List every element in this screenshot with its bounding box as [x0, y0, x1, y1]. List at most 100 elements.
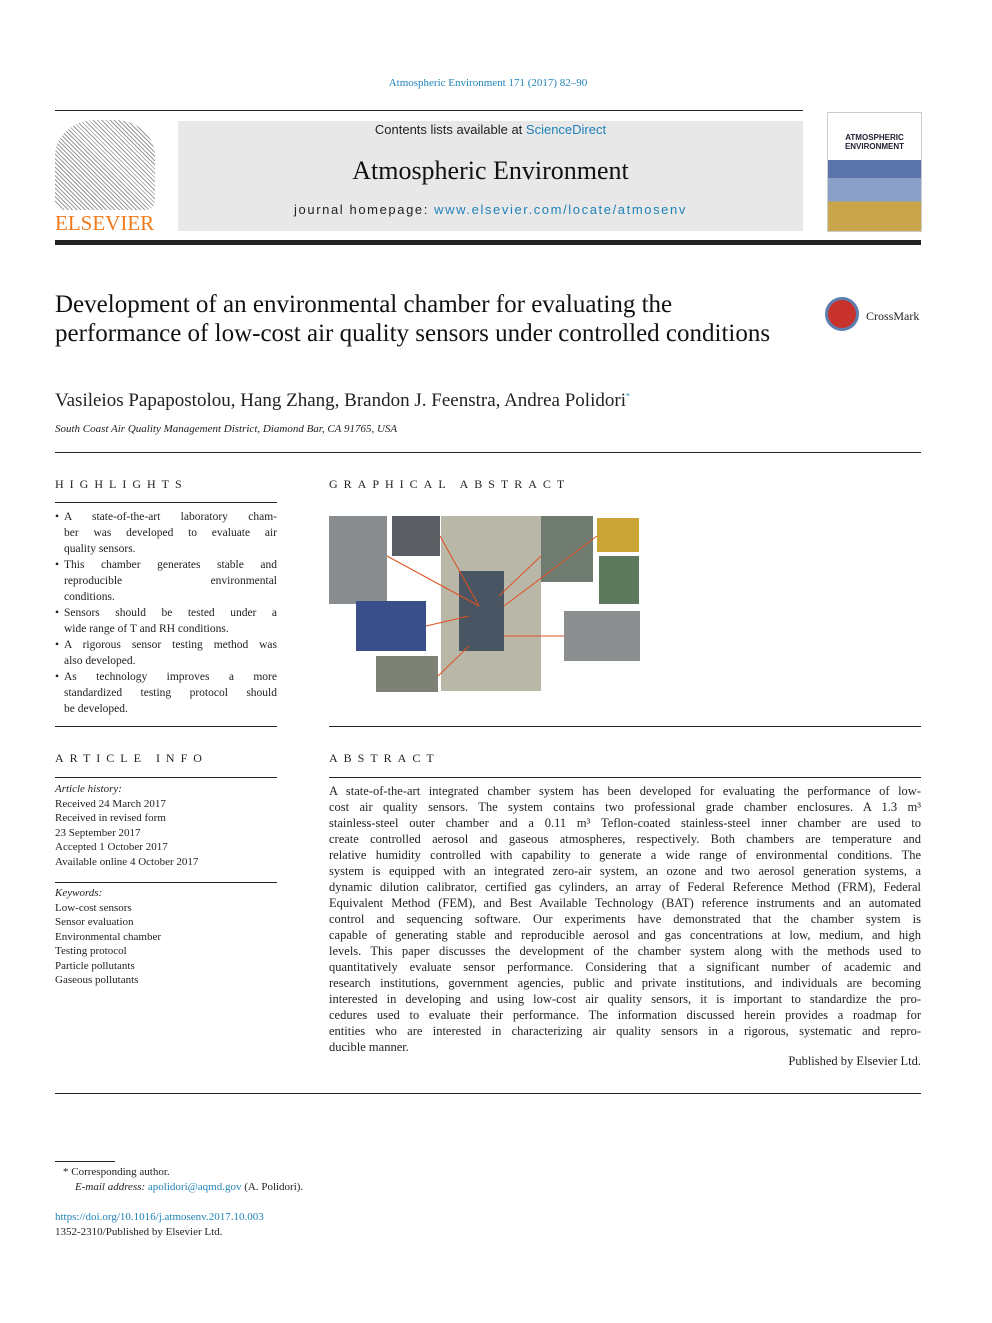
abstract-line: create controlled aerosol and gaseous at…: [329, 832, 921, 846]
highlight-item: • This chamber generates stable and reprod…: [55, 557, 277, 605]
highlight-line: conditions.: [64, 591, 115, 603]
keyword: Testing protocol: [55, 945, 127, 957]
highlight-line: be developed.: [64, 703, 128, 715]
abstract-line: A state-of-the-art integrated chamber sy…: [329, 784, 921, 798]
history-label: Article history:: [55, 783, 122, 795]
chamber-photo-collage: [329, 516, 640, 692]
divider: [55, 1093, 921, 1094]
abstract-line: cedures used to evaluate their performan…: [329, 1008, 921, 1022]
highlight-line: standardized testing protocol should: [64, 687, 277, 699]
divider: [55, 110, 803, 111]
bullet-icon: •: [55, 639, 60, 651]
highlight-item: • A state-of-the-art laboratory cham-ber …: [55, 509, 277, 557]
highlight-line: wide range of T and RH conditions.: [64, 623, 229, 635]
abstract-line: Equivalent Method (FEM), and Best Availa…: [329, 896, 921, 910]
highlights-heading: HIGHLIGHTS: [55, 477, 188, 491]
divider: [55, 240, 921, 245]
divider: [55, 726, 277, 727]
bullet-icon: •: [55, 671, 60, 683]
abstract-line: system is equipped with an integrated ze…: [329, 864, 921, 878]
abstract-line: dynamic dilution calibrator, certified g…: [329, 880, 921, 894]
footnote-mark: *: [63, 1166, 69, 1178]
abstract-line: levels. This paper discusses the develop…: [329, 944, 921, 958]
contents-text: Contents lists available at: [374, 122, 526, 137]
abstract-line: entities who are interested in character…: [329, 1024, 921, 1038]
abstract-heading: ABSTRACT: [329, 751, 440, 765]
highlight-item: • A rigorous sensor testing method was als…: [55, 637, 277, 669]
bullet-icon: •: [55, 511, 60, 523]
abstract-line: relative humidity controlled with capabi…: [329, 848, 921, 862]
keywords-label: Keywords:: [55, 887, 103, 899]
corresponding-footnote: * Corresponding author.: [63, 1166, 170, 1178]
highlight-line: reproducible environmental: [64, 575, 277, 587]
keyword: Low-cost sensors: [55, 901, 132, 914]
keyword: Particle pollutants: [55, 959, 135, 972]
sciencedirect-link[interactable]: ScienceDirect: [526, 122, 606, 137]
highlight-item: • Sensors should be tested under a wide ra…: [55, 605, 277, 637]
journal-cover-image[interactable]: ATMOSPHERIC ENVIRONMENT: [827, 112, 922, 232]
graphical-abstract-image: [329, 516, 641, 692]
divider: [55, 452, 921, 453]
divider: [55, 882, 277, 883]
author-list: Vasileios Papapostolou, Hang Zhang, Bran…: [55, 390, 630, 412]
highlight-line: A state-of-the-art laboratory cham-: [64, 511, 277, 523]
doi-link[interactable]: https://doi.org/10.1016/j.atmosenv.2017.…: [55, 1211, 264, 1223]
keyword: Environmental chamber: [55, 930, 161, 943]
keywords: Keywords: Low-cost sensors Sensor evalua…: [55, 886, 161, 988]
highlight-item: • As technology improves a more standardiz…: [55, 669, 277, 717]
divider: [329, 726, 921, 727]
highlight-line: As technology improves a more: [64, 671, 277, 683]
footnote-divider: [55, 1161, 115, 1162]
published-by: Published by Elsevier Ltd.: [788, 1054, 921, 1068]
keyword: Gaseous pollutants: [55, 974, 139, 986]
email-name: (A. Polidori).: [244, 1181, 304, 1193]
graphical-abstract-heading: GRAPHICAL ABSTRACT: [329, 477, 571, 491]
article-info-heading: ARTICLE INFO: [55, 751, 208, 765]
divider: [55, 777, 277, 778]
abstract-line: stainless-steel outer chamber and a 0.11…: [329, 816, 921, 830]
abstract-line: ducible manner.: [329, 1040, 409, 1054]
history-item: 23 September 2017: [55, 826, 141, 839]
abstract-line: cost air quality sensors. The system con…: [329, 800, 921, 814]
highlight-line: This chamber generates stable and: [64, 559, 277, 571]
abstract-line: capable of generating stable and reprodu…: [329, 928, 921, 942]
email-link[interactable]: apolidori@aqmd.gov: [148, 1181, 242, 1193]
issn-text: 1352-2310/Published by Elsevier Ltd.: [55, 1226, 223, 1238]
article-history: Article history: Received 24 March 2017 …: [55, 782, 198, 869]
journal-banner: Contents lists available at ScienceDirec…: [178, 121, 803, 231]
affiliation: South Coast Air Quality Management Distr…: [55, 423, 398, 435]
journal-title: Atmospheric Environment: [352, 156, 629, 185]
history-item: Available online 4 October 2017: [55, 855, 199, 868]
email-footnote: E-mail address: apolidori@aqmd.gov (A. P…: [75, 1181, 303, 1193]
email-label: E-mail address:: [75, 1181, 146, 1193]
history-item: Received in revised form: [55, 812, 166, 824]
divider: [55, 502, 277, 503]
abstract-line: research institutions, government agenci…: [329, 976, 921, 990]
abstract-line: interested in developing and using low-c…: [329, 992, 921, 1006]
divider: [329, 777, 921, 778]
history-item: Received 24 March 2017: [55, 797, 166, 810]
homepage-link[interactable]: www.elsevier.com/locate/atmosenv: [434, 202, 687, 217]
cover-title: ENVIRONMENT: [844, 142, 905, 151]
authors: Vasileios Papapostolou, Hang Zhang, Bran…: [55, 390, 626, 411]
abstract-body: A state-of-the-art integrated chamber sy…: [329, 783, 921, 1055]
crossmark-icon[interactable]: [825, 297, 859, 331]
homepage-label: journal homepage:: [294, 202, 435, 217]
journal-citation[interactable]: Atmospheric Environment 171 (2017) 82–90: [0, 77, 976, 89]
highlight-line: Sensors should be tested under a: [64, 607, 277, 619]
keyword: Sensor evaluation: [55, 916, 134, 928]
corresponding-author-mark[interactable]: *: [626, 392, 630, 401]
elsevier-wordmark: ELSEVIER: [55, 211, 155, 235]
article-title: Development of an environmental chamber …: [55, 291, 771, 347]
highlight-line: ber was developed to evaluate air: [64, 527, 277, 539]
elsevier-tree-logo: [55, 120, 155, 210]
highlight-line: A rigorous sensor testing method was: [64, 639, 277, 651]
history-item: Accepted 1 October 2017: [55, 841, 168, 853]
crossmark-label[interactable]: CrossMark: [866, 309, 919, 324]
bullet-icon: •: [55, 559, 60, 571]
bullet-icon: •: [55, 607, 60, 619]
highlights-list: • A state-of-the-art laboratory cham-ber …: [55, 509, 277, 717]
highlight-line: quality sensors.: [64, 543, 136, 555]
highlight-line: also developed.: [64, 655, 136, 667]
cover-title: ATMOSPHERIC: [845, 133, 904, 142]
